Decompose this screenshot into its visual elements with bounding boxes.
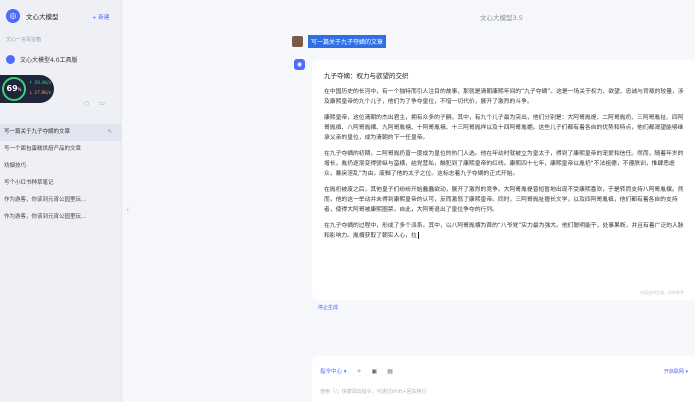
conversation-item[interactable]: 劝烟技巧: [0, 158, 122, 175]
stop-generating-button[interactable]: 停止生成: [318, 304, 338, 311]
answer-paragraph: 在胤礽被废之后，其他皇子们纷纷开始蠢蠢欲动，展开了激烈的竞争。大阿哥胤禔曾短暂地…: [324, 187, 684, 213]
assistant-answer: 九子夺嫡：权力与欲望的交织 在中国历史的长河中，有一个独特而引人注目的故事，那就…: [312, 60, 695, 300]
sidebar: ◎ 文心大模型 + 新建 文心一言百宝箱 文心大模型4.0工具版 69% ↑ 2…: [0, 0, 122, 402]
brand[interactable]: ◎ 文心大模型: [6, 9, 59, 23]
new-chat-button[interactable]: + 新建: [92, 13, 109, 21]
input-toolbar: 指令中心 ▾ ✧ ▣ ▤: [320, 367, 393, 376]
image-icon[interactable]: ▣: [372, 368, 378, 375]
sidebar-caption: 文心一言百宝箱: [6, 37, 42, 43]
conversation-item[interactable]: 作为游客，你该到元宵公园里玩...: [0, 192, 122, 209]
answer-paragraph: 在九子夺嫡的过程中，形成了多个派系。其中，以八阿哥胤禩为首的“八爷党”实力最为强…: [324, 223, 684, 239]
network-speed-widget[interactable]: 69% ↑ 20.4K/s ↓ 27.8K/s: [0, 75, 54, 103]
upload-speed: ↑ 20.4K/s: [29, 81, 52, 86]
user-message-text: 写一篇关于九子夺嫡的文章: [308, 35, 387, 48]
conversation-item[interactable]: 作为游客，你该到元宵公园里玩...: [0, 209, 122, 226]
answer-title: 九子夺嫡：权力与欲望的交织: [324, 72, 409, 80]
download-speed: ↓ 27.8K/s: [29, 91, 52, 96]
user-message: 写一篇关于九子夺嫡的文章: [292, 35, 387, 48]
answer-paragraph: 在中国历史的长河中，有一个独特而引人注目的故事，那就是清朝康熙年间的“九子夺嫡”…: [324, 89, 684, 105]
command-center-button[interactable]: 指令中心 ▾: [320, 367, 347, 375]
typing-cursor: [417, 232, 419, 239]
page-title: 文心大模型3.5: [480, 14, 523, 22]
brand-logo-icon: ◎: [6, 9, 20, 23]
speed-gauge: 69%: [2, 77, 26, 101]
conversation-item[interactable]: 写个小红书种草笔记: [0, 175, 122, 192]
answer-paragraph: 康熙皇帝，这位清朝的杰出君主，拥有众多的子嗣。其中，有九个儿子最为突出，他们分别…: [324, 115, 684, 141]
ai-watermark: 内容由AI生成，仅供参考: [640, 290, 684, 295]
bot-avatar-icon: ◉: [294, 59, 305, 70]
sparkle-icon[interactable]: ✧: [357, 368, 362, 375]
conversation-item[interactable]: 写一篇关于九子夺嫡的文章 ✎: [0, 124, 122, 141]
answer-paragraph: 在九子夺嫡的初期，二阿哥胤礽曾一度成为皇位的热门人选。他在年幼时就被立为皇太子，…: [324, 151, 684, 177]
model-selector[interactable]: 文心大模型4.0工具版: [6, 55, 78, 64]
conversation-list: 写一篇关于九子夺嫡的文章 ✎ 写一个面包蛋糕烘焙产品的文章 劝烟技巧 写个小红书…: [0, 124, 122, 226]
chat-input-field[interactable]: 使用「/」快捷调出指令，可通过shift+回车换行: [320, 388, 427, 395]
collapse-sidebar-icon[interactable]: ‹: [126, 205, 129, 214]
chat-input-box[interactable]: 指令中心 ▾ ✧ ▣ ▤ 开启联网 ▾ 使用「/」快捷调出指令，可通过shift…: [312, 356, 695, 402]
web-search-toggle[interactable]: 开启联网 ▾: [664, 368, 688, 375]
file-icon[interactable]: ▤: [387, 368, 393, 375]
list-controls: ○ ▭: [84, 100, 105, 107]
delete-icon[interactable]: ▭: [99, 100, 105, 107]
user-avatar: [292, 36, 303, 47]
conversation-item[interactable]: 写一个面包蛋糕烘焙产品的文章: [0, 141, 122, 158]
brand-name: 文心大模型: [26, 13, 59, 21]
model-label: 文心大模型4.0工具版: [20, 57, 78, 64]
model-icon: [6, 55, 15, 64]
edit-icon[interactable]: ✎: [107, 124, 112, 141]
search-icon[interactable]: ○: [84, 100, 89, 107]
